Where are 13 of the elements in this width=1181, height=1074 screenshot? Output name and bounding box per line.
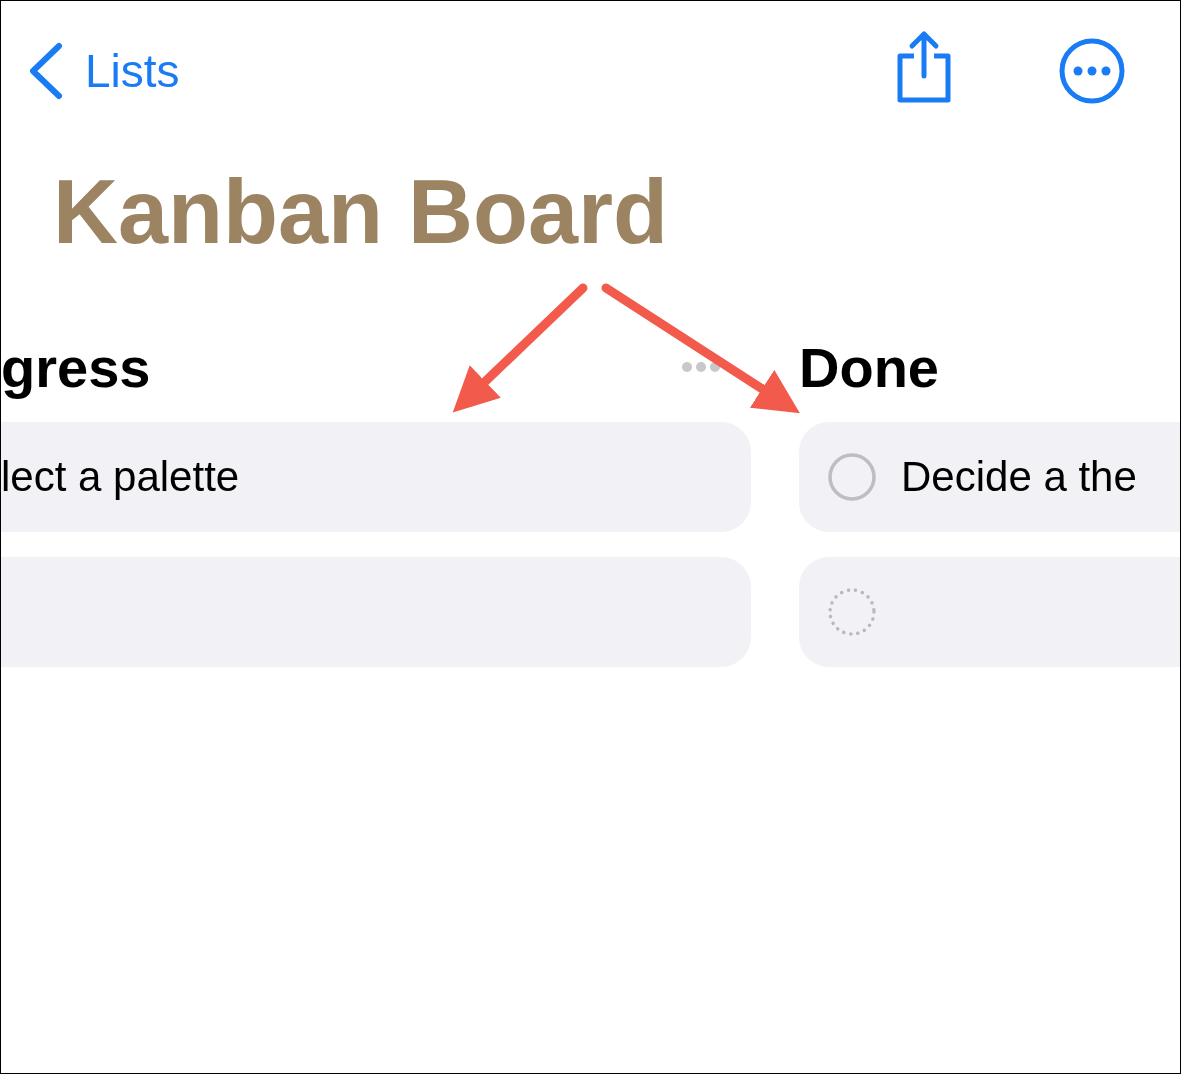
task-text: lect a palette	[1, 453, 240, 501]
back-button[interactable]: Lists	[27, 42, 180, 100]
task-card[interactable]: lect a palette	[1, 422, 751, 532]
checkbox-circle-icon[interactable]	[827, 452, 877, 502]
more-icon[interactable]	[1058, 37, 1126, 105]
column-title: gress	[1, 334, 151, 400]
column-title: Done	[799, 334, 939, 400]
more-icon[interactable]	[681, 361, 721, 373]
dotted-circle-icon	[827, 587, 877, 637]
task-text: Decide a the	[901, 453, 1137, 501]
task-card[interactable]: Decide a the	[799, 422, 1180, 532]
chevron-left-icon	[27, 42, 63, 100]
board-title: Kanban Board	[53, 163, 670, 262]
